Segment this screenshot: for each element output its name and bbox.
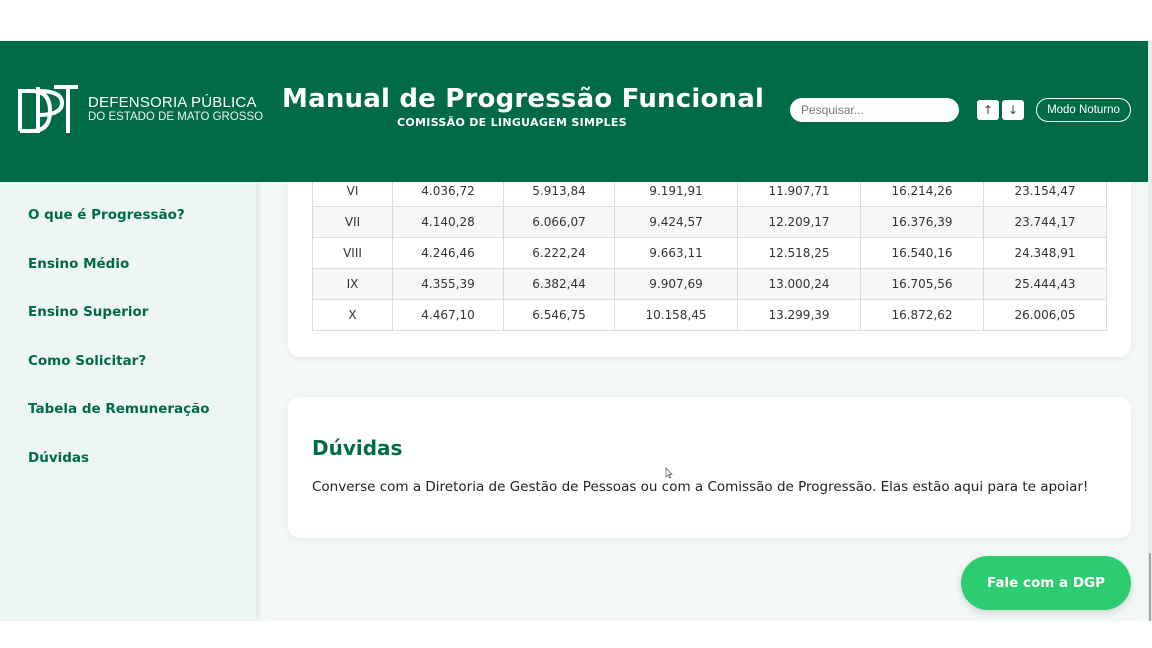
salary-table-card: VI 4.036,72 5.913,84 9.191,91 11.907,71 16.21… (288, 161, 1131, 357)
browser-viewport: DEFENSORIA PÚBLICA DO ESTADO DE MATO GRO… (0, 41, 1148, 621)
table-cell-value: 12.209,17 (737, 206, 861, 238)
table-cell-value: 9.663,11 (614, 237, 738, 269)
table-cell-value: 26.006,05 (983, 299, 1107, 331)
search-input[interactable] (790, 98, 959, 122)
scrollbar[interactable] (1148, 41, 1152, 621)
logo-name: DEFENSORIA PÚBLICA (88, 93, 257, 111)
scroll-down-button[interactable]: ↓ (1002, 100, 1024, 120)
table-cell-level: IX (312, 268, 393, 300)
table-cell-value: 16.540,16 (860, 237, 984, 269)
table-cell-value: 9.907,69 (614, 268, 738, 300)
table-cell-level: VII (312, 206, 393, 238)
table-cell-value: 6.546,75 (503, 299, 615, 331)
table-cell-value: 25.444,43 (983, 268, 1107, 300)
table-cell-value: 13.299,39 (737, 299, 861, 331)
table-row: VII 4.140,28 6.066,07 9.424,57 12.209,17 16.3… (312, 206, 1107, 238)
table-cell-value: 12.518,25 (737, 237, 861, 269)
table-cell-value: 4.467,10 (392, 299, 504, 331)
sidebar: O que é Progressão? Ensino Médio Ensino … (0, 182, 256, 621)
table-cell-value: 4.140,28 (392, 206, 504, 238)
table-cell-value: 24.348,91 (983, 237, 1107, 269)
table-cell-value: 13.000,24 (737, 268, 861, 300)
table-cell-value: 9.424,57 (614, 206, 738, 238)
dpmt-logo-icon (18, 85, 78, 133)
sidebar-item-o-que-e-progressao[interactable]: O que é Progressão? (0, 206, 256, 255)
logo[interactable]: DEFENSORIA PÚBLICA DO ESTADO DE MATO GRO… (16, 83, 263, 135)
sidebar-item-ensino-superior[interactable]: Ensino Superior (0, 303, 256, 352)
scroll-up-button[interactable]: ↑ (977, 100, 999, 120)
contact-dgp-button[interactable]: Fale com a DGP (961, 556, 1131, 610)
table-cell-value: 23.744,17 (983, 206, 1107, 238)
faq-title: Dúvidas (312, 436, 403, 460)
faq-card: Dúvidas Converse com a Diretoria de Gest… (288, 397, 1131, 538)
scrollbar-thumb[interactable] (1149, 553, 1151, 621)
page-subtitle: COMISSÃO DE LINGUAGEM SIMPLES (397, 116, 627, 129)
table-cell-value: 6.066,07 (503, 206, 615, 238)
table-row: VIII 4.246,46 6.222,24 9.663,11 12.518,25 16.… (312, 237, 1107, 269)
page-title: Manual de Progressão Funcional (282, 84, 765, 114)
mouse-cursor-icon (665, 467, 673, 479)
table-cell-value: 10.158,45 (614, 299, 738, 331)
top-margin (0, 0, 1152, 41)
faq-text: Converse com a Diretoria de Gestão de Pe… (312, 479, 1089, 495)
table-cell-value: 16.872,62 (860, 299, 984, 331)
table-row: X 4.467,10 6.546,75 10.158,45 13.299,39 16.87… (312, 299, 1107, 331)
table-cell-value: 6.222,24 (503, 237, 615, 269)
night-mode-button[interactable]: Modo Noturno (1036, 98, 1131, 122)
sidebar-item-duvidas[interactable]: Dúvidas (0, 449, 256, 498)
table-cell-value: 16.376,39 (860, 206, 984, 238)
table-cell-value: 16.705,56 (860, 268, 984, 300)
sidebar-item-tabela-de-remuneracao[interactable]: Tabela de Remuneração (0, 400, 256, 449)
table-cell-value: 4.355,39 (392, 268, 504, 300)
table-cell-value: 4.246,46 (392, 237, 504, 269)
site-header: DEFENSORIA PÚBLICA DO ESTADO DE MATO GRO… (0, 41, 1148, 182)
logo-subtitle: DO ESTADO DE MATO GROSSO (88, 111, 264, 124)
table-cell-value: 6.382,44 (503, 268, 615, 300)
salary-table: VI 4.036,72 5.913,84 9.191,91 11.907,71 16.21… (312, 175, 1107, 331)
sidebar-item-ensino-medio[interactable]: Ensino Médio (0, 255, 256, 304)
table-cell-level: X (312, 299, 393, 331)
table-row: IX 4.355,39 6.382,44 9.907,69 13.000,24 16.70… (312, 268, 1107, 300)
sidebar-item-como-solicitar[interactable]: Como Solicitar? (0, 352, 256, 401)
table-cell-level: VIII (312, 237, 393, 269)
bottom-margin (0, 621, 1152, 648)
